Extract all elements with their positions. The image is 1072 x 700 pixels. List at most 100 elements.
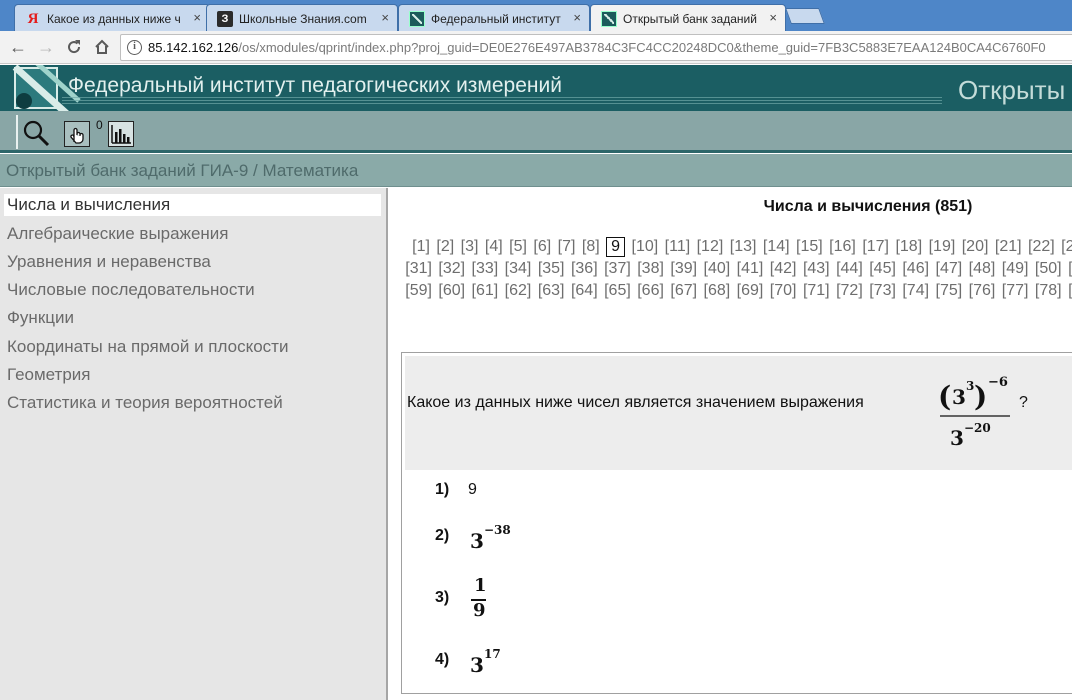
page-link-current[interactable]: 9 — [606, 237, 626, 257]
sidebar-item-equations[interactable]: Уравнения и неравенства — [4, 251, 381, 273]
page-link[interactable]: [51] — [1068, 258, 1072, 280]
page-link[interactable]: [17] — [862, 236, 889, 258]
breadcrumb[interactable]: Открытый банк заданий ГИА-9 / Математика — [6, 161, 358, 181]
home-icon[interactable] — [90, 35, 114, 59]
address-bar[interactable]: i 85.142.162.126/os/xmodules/qprint/inde… — [120, 34, 1072, 61]
page-link[interactable]: [6] — [533, 236, 551, 258]
page-link[interactable]: [63] — [538, 280, 565, 302]
sidebar-item-statistics[interactable]: Статистика и теория вероятностей — [4, 392, 381, 414]
page-link[interactable]: [34] — [505, 258, 532, 280]
page-link[interactable]: [8] — [582, 236, 600, 258]
info-icon[interactable]: i — [127, 40, 142, 55]
page-link[interactable]: [21] — [995, 236, 1022, 258]
page-link[interactable]: [70] — [770, 280, 797, 302]
page-link[interactable]: [62] — [505, 280, 532, 302]
back-arrow-icon[interactable]: ← — [6, 35, 30, 59]
page-link[interactable]: [1] — [412, 236, 430, 258]
page-link[interactable]: [20] — [962, 236, 989, 258]
page-link[interactable]: [66] — [637, 280, 664, 302]
page-link[interactable]: [76] — [969, 280, 996, 302]
page-link[interactable]: [64] — [571, 280, 598, 302]
page-link[interactable]: [48] — [969, 258, 996, 280]
browser-tab-1[interactable]: Я Какое из данных ниже ч × — [14, 4, 210, 31]
tab-close-icon[interactable]: × — [573, 10, 581, 26]
page-link[interactable]: [11] — [665, 236, 691, 258]
page-link[interactable]: [35] — [538, 258, 565, 280]
tab-close-icon[interactable]: × — [381, 10, 389, 26]
page-link[interactable]: [67] — [670, 280, 697, 302]
page-link[interactable]: [36] — [571, 258, 598, 280]
page-link[interactable]: [2] — [436, 236, 454, 258]
statistics-chart-icon[interactable] — [108, 121, 134, 147]
sidebar-item-numbers[interactable]: Числа и вычисления — [4, 194, 381, 216]
page-link[interactable]: [40] — [704, 258, 731, 280]
header-divider — [62, 97, 942, 105]
page-link[interactable]: [68] — [704, 280, 731, 302]
page-link[interactable]: [75] — [936, 280, 963, 302]
page-link[interactable]: [44] — [836, 258, 863, 280]
page-link[interactable]: [14] — [763, 236, 790, 258]
page-link[interactable]: [72] — [836, 280, 863, 302]
page-link[interactable]: [37] — [604, 258, 631, 280]
browser-tab-2[interactable]: З Школьные Знания.com × — [206, 4, 398, 31]
yandex-icon: Я — [27, 11, 39, 27]
page-link[interactable]: [22] — [1028, 236, 1055, 258]
page-link[interactable]: [71] — [803, 280, 830, 302]
page-link[interactable]: [78] — [1035, 280, 1062, 302]
page-link[interactable]: [61] — [472, 280, 499, 302]
page-link[interactable]: [32] — [438, 258, 465, 280]
page-link[interactable]: [16] — [829, 236, 856, 258]
forward-arrow-icon[interactable]: → — [34, 35, 58, 59]
page-link[interactable]: [59] — [405, 280, 432, 302]
page-link[interactable]: [65] — [604, 280, 631, 302]
page-link[interactable]: [31] — [405, 258, 432, 280]
page-link[interactable]: [41] — [737, 258, 764, 280]
fipi-favicon-icon — [409, 11, 425, 27]
page-link[interactable]: [45] — [869, 258, 896, 280]
answer-exponent: 17 — [484, 647, 501, 661]
page-link[interactable]: [4] — [485, 236, 503, 258]
page-link[interactable]: [15] — [796, 236, 823, 258]
page-link[interactable]: [39] — [670, 258, 697, 280]
fipi-logo[interactable] — [12, 65, 81, 111]
browser-tab-3[interactable]: Федеральный институт × — [398, 4, 590, 31]
page-link[interactable]: [69] — [737, 280, 764, 302]
tab-close-icon[interactable]: × — [193, 10, 201, 26]
sidebar-item-coordinates[interactable]: Координаты на прямой и плоскости — [4, 336, 381, 358]
page-link[interactable]: [23] — [1061, 236, 1072, 258]
page-link[interactable]: [42] — [770, 258, 797, 280]
sidebar-item-algebraic[interactable]: Алгебраические выражения — [4, 223, 381, 245]
page-link[interactable]: [79] — [1068, 280, 1072, 302]
search-icon[interactable] — [22, 119, 50, 152]
page-link[interactable]: [74] — [902, 280, 929, 302]
reload-icon[interactable] — [62, 35, 86, 59]
page-link[interactable]: [10] — [632, 236, 659, 258]
page-link[interactable]: [50] — [1035, 258, 1062, 280]
tab-close-icon[interactable]: × — [769, 10, 777, 26]
page-link[interactable]: [3] — [461, 236, 479, 258]
page-link[interactable]: [73] — [869, 280, 896, 302]
browser-tab-4[interactable]: Открытый банк заданий × — [590, 4, 786, 31]
page-link[interactable]: [46] — [902, 258, 929, 280]
question-block: Какое из данных ниже чисел является знач… — [405, 356, 1072, 470]
page-link[interactable]: [19] — [929, 236, 956, 258]
page-link[interactable]: [5] — [509, 236, 527, 258]
page-link[interactable]: [49] — [1002, 258, 1029, 280]
page-link[interactable]: [7] — [558, 236, 576, 258]
page-link[interactable]: [18] — [895, 236, 922, 258]
sidebar-item-sequences[interactable]: Числовые последовательности — [4, 279, 381, 301]
formula-den-exp: −20 — [964, 421, 991, 435]
page-link[interactable]: [77] — [1002, 280, 1029, 302]
page-link[interactable]: [12] — [697, 236, 724, 258]
hand-pointer-icon[interactable] — [64, 121, 90, 147]
page-link[interactable]: [38] — [637, 258, 664, 280]
page-link[interactable]: [13] — [730, 236, 757, 258]
tab-title: Федеральный институт — [431, 12, 561, 26]
page-link[interactable]: [47] — [936, 258, 963, 280]
page-link[interactable]: [33] — [472, 258, 499, 280]
page-link[interactable]: [60] — [438, 280, 465, 302]
sidebar-item-functions[interactable]: Функции — [4, 307, 381, 329]
sidebar-item-geometry[interactable]: Геометрия — [4, 364, 381, 386]
new-tab-button[interactable] — [785, 8, 825, 24]
page-link[interactable]: [43] — [803, 258, 830, 280]
